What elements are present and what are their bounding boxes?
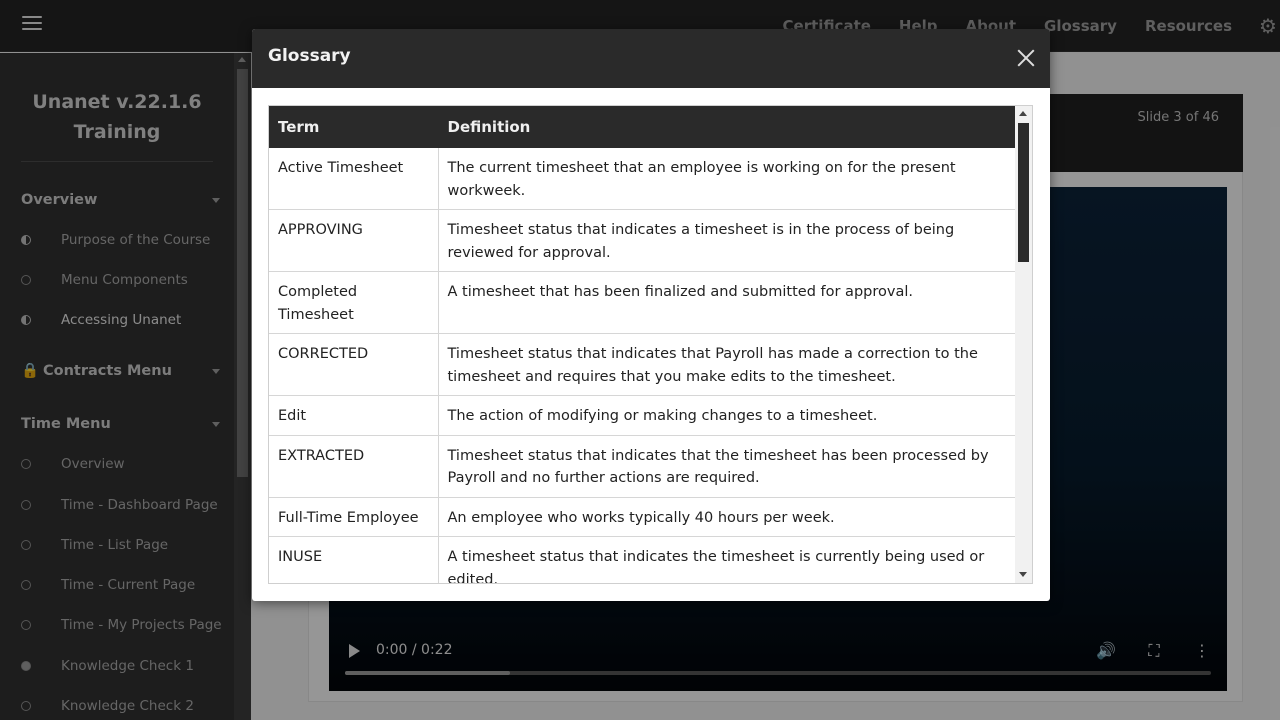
definition-cell: Timesheet status that indicates a timesh… <box>438 209 1016 272</box>
table-header-row: Term Definition <box>269 106 1016 148</box>
definition-cell: Timesheet status that indicates that Pay… <box>438 333 1016 396</box>
table-row: CORRECTED Timesheet status that indicates… <box>269 333 1016 396</box>
definition-cell: Timesheet status that indicates that the… <box>438 435 1016 498</box>
table-row: APPROVING Timesheet status that indicates… <box>269 209 1016 272</box>
column-header-definition: Definition <box>438 106 1016 148</box>
definition-cell: An employee who works typically 40 hours… <box>438 497 1016 537</box>
glossary-modal: Glossary Term Definition Active Timeshee… <box>252 29 1050 601</box>
definition-cell: The current timesheet that an employee i… <box>438 148 1016 210</box>
definition-cell: A timesheet that has been finalized and … <box>438 271 1016 334</box>
term-cell: Completed Timesheet <box>269 271 439 334</box>
definition-cell: A timesheet status that indicates the ti… <box>438 536 1016 583</box>
table-row: EXTRACTED Timesheet status that indicates… <box>269 435 1016 498</box>
scroll-up-icon[interactable] <box>1019 111 1027 116</box>
table-row: Completed Timesheet A timesheet that has … <box>269 271 1016 334</box>
scrollbar-thumb[interactable] <box>1018 123 1029 262</box>
modal-header: Glossary <box>252 29 1050 88</box>
term-cell: APPROVING <box>269 209 439 272</box>
glossary-table-container[interactable]: Term Definition Active Timesheet The curr… <box>268 105 1033 584</box>
column-header-term: Term <box>269 106 439 148</box>
term-cell: Active Timesheet <box>269 148 439 210</box>
scroll-down-icon[interactable] <box>1019 572 1027 577</box>
term-cell: INUSE <box>269 536 439 583</box>
term-cell: Full-Time Employee <box>269 497 439 537</box>
table-row: Full-Time Employee An employee who works … <box>269 497 1016 537</box>
table-row: INUSE A timesheet status that indicates t… <box>269 536 1016 583</box>
close-icon[interactable] <box>1016 48 1036 68</box>
term-cell: EXTRACTED <box>269 435 439 498</box>
modal-title: Glossary <box>268 46 351 66</box>
term-cell: CORRECTED <box>269 333 439 396</box>
table-row: Active Timesheet The current timesheet th… <box>269 148 1016 210</box>
table-row: Edit The action of modifying or making ch… <box>269 395 1016 436</box>
definition-cell: The action of modifying or making change… <box>438 395 1016 436</box>
glossary-table: Term Definition Active Timesheet The curr… <box>269 106 1016 583</box>
term-cell: Edit <box>269 395 439 436</box>
table-scrollbar[interactable] <box>1015 106 1032 583</box>
